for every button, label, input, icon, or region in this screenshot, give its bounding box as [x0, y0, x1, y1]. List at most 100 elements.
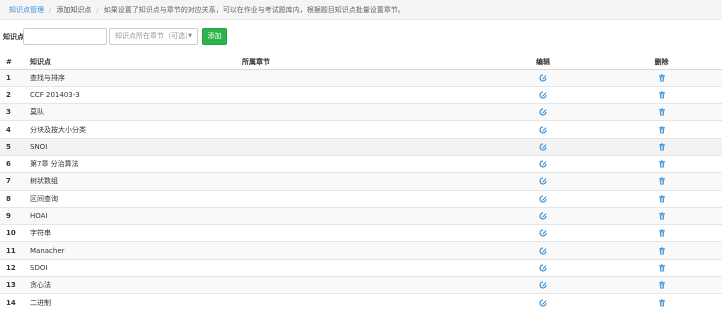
table-row: 4 分块及按大小分类	[0, 120, 722, 138]
edit-button[interactable]	[485, 225, 601, 242]
chapter-cell	[242, 207, 485, 224]
row-number: 8	[6, 194, 11, 203]
row-number: 5	[6, 142, 11, 151]
table-row: 2 CCF 201403-3	[0, 86, 722, 103]
row-number: 6	[6, 160, 11, 169]
breadcrumb-current: 添加知识点	[56, 5, 92, 14]
caret-down-icon: ▼	[188, 33, 192, 39]
edit-button[interactable]	[485, 173, 601, 190]
edit-icon	[539, 108, 547, 116]
chapter-select[interactable]: 知识点所在章节（可选） ▼	[109, 28, 198, 45]
delete-button[interactable]	[601, 225, 722, 242]
edit-icon	[539, 195, 547, 203]
row-number: 9	[6, 212, 11, 221]
edit-button[interactable]	[485, 121, 601, 138]
knowledge-point-name: 分块及按大小分类	[30, 125, 86, 134]
knowledge-point-input[interactable]	[23, 28, 107, 45]
delete-button[interactable]	[601, 207, 722, 224]
edit-icon	[539, 299, 547, 307]
row-number: 11	[6, 246, 16, 255]
chapter-cell	[242, 259, 485, 276]
delete-button[interactable]	[601, 138, 722, 155]
edit-icon	[539, 143, 547, 151]
delete-button[interactable]	[601, 173, 722, 190]
breadcrumb-separator: /	[96, 5, 99, 14]
chapter-cell	[242, 277, 485, 294]
row-number: 7	[6, 177, 11, 186]
trash-icon	[658, 281, 666, 289]
chapter-cell	[242, 242, 485, 259]
table-row: 11 Manacher	[0, 241, 722, 260]
chapter-select-placeholder: 知识点所在章节（可选）	[115, 32, 192, 40]
row-number: 14	[6, 298, 16, 307]
row-number: 12	[6, 263, 16, 272]
edit-button[interactable]	[485, 242, 601, 259]
row-number: 2	[6, 90, 11, 99]
table-row: 6 第7章 分治算法	[0, 155, 722, 172]
edit-button[interactable]	[485, 277, 601, 294]
knowledge-point-name: 贪心法	[30, 281, 51, 290]
row-number: 13	[6, 281, 16, 290]
table-row: 14 二进制	[0, 293, 722, 311]
edit-button[interactable]	[485, 138, 601, 155]
edit-icon	[539, 125, 547, 134]
delete-button[interactable]	[601, 86, 722, 103]
chapter-cell	[242, 225, 485, 242]
delete-button[interactable]	[601, 294, 722, 311]
header-delete: 删除	[601, 55, 722, 70]
header-edit: 编辑	[485, 55, 601, 70]
knowledge-point-table: # 知识点 所属章节 编辑 删除 1 查找与排序 2 CCF 201403-3 3 莫队 4…	[0, 55, 722, 311]
chapter-cell	[242, 155, 485, 172]
table-row: 7 树状数组	[0, 172, 722, 191]
trash-icon	[658, 177, 666, 185]
chapter-cell	[242, 138, 485, 155]
header-name: 知识点	[30, 55, 242, 70]
edit-button[interactable]	[485, 294, 601, 311]
edit-icon	[539, 264, 547, 272]
trash-icon	[658, 212, 666, 220]
edit-button[interactable]	[485, 190, 601, 207]
chapter-cell	[242, 104, 485, 121]
edit-icon	[539, 281, 547, 289]
knowledge-point-name: HOAI	[30, 212, 48, 221]
delete-button[interactable]	[601, 277, 722, 294]
knowledge-point-name: SNOI	[30, 142, 48, 151]
delete-button[interactable]	[601, 104, 722, 121]
breadcrumb: 知识点管理 / 添加知识点 / 如果设置了知识点与章节的对应关系，可以在作业与考…	[0, 0, 722, 20]
edit-button[interactable]	[485, 259, 601, 276]
chapter-cell	[242, 173, 485, 190]
trash-icon	[658, 299, 666, 307]
header-chapter: 所属章节	[242, 55, 485, 70]
delete-button[interactable]	[601, 155, 722, 172]
knowledge-point-name: 区间查询	[30, 194, 58, 203]
table-row: 8 区间查询	[0, 190, 722, 207]
edit-button[interactable]	[485, 69, 601, 86]
knowledge-point-name: 查找与排序	[30, 73, 65, 82]
delete-button[interactable]	[601, 190, 722, 207]
header-num: #	[0, 55, 30, 70]
page-description: 如果设置了知识点与章节的对应关系，可以在作业与考试题库内，根据题目知识点批量设置…	[103, 5, 405, 14]
chapter-cell	[242, 86, 485, 103]
chapter-cell	[242, 294, 485, 311]
add-button[interactable]: 添加	[202, 28, 227, 45]
trash-icon	[658, 195, 666, 203]
breadcrumb-root-link[interactable]: 知识点管理	[9, 5, 44, 15]
edit-icon	[539, 74, 547, 82]
delete-button[interactable]	[601, 69, 722, 86]
edit-button[interactable]	[485, 86, 601, 103]
delete-button[interactable]	[601, 121, 722, 138]
chapter-cell	[242, 121, 485, 138]
delete-button[interactable]	[601, 259, 722, 276]
edit-button[interactable]	[485, 207, 601, 224]
edit-icon	[539, 229, 547, 237]
edit-button[interactable]	[485, 104, 601, 121]
row-number: 10	[6, 229, 16, 238]
trash-icon	[658, 143, 666, 151]
table-header-row: # 知识点 所属章节 编辑 删除	[0, 55, 722, 70]
chapter-cell	[242, 69, 485, 86]
table-row: 1 查找与排序	[0, 69, 722, 87]
delete-button[interactable]	[601, 242, 722, 259]
table-row: 10 字符串	[0, 224, 722, 242]
edit-button[interactable]	[485, 155, 601, 172]
trash-icon	[658, 160, 666, 168]
